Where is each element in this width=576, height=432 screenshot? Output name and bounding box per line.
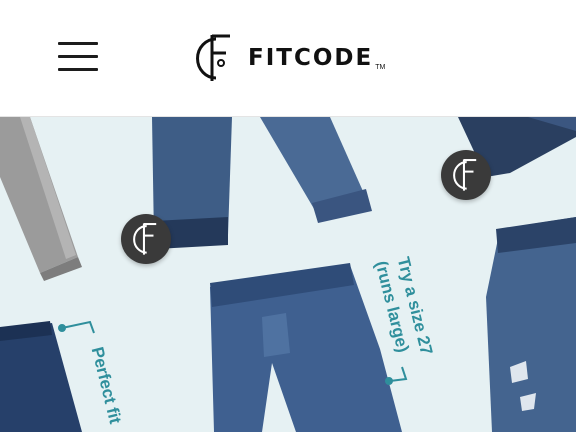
fitcode-logo-icon bbox=[196, 34, 230, 81]
badge-logo-icon bbox=[133, 223, 157, 255]
hero-banner: Try a size 27 (runs large) Perfect fit bbox=[0, 117, 576, 432]
badge-logo-icon bbox=[453, 159, 477, 191]
cropped-jeans-image bbox=[152, 117, 372, 249]
app-header: FITCODE TM bbox=[0, 0, 576, 117]
bottom-left-jeans-image bbox=[0, 321, 82, 432]
center-jeans-image bbox=[210, 263, 402, 432]
logo-wordmark: FITCODE bbox=[248, 45, 374, 71]
trademark-symbol: TM bbox=[375, 64, 386, 71]
fitcode-logo[interactable]: FITCODE TM bbox=[196, 32, 385, 84]
fitcode-badge-icon[interactable] bbox=[121, 214, 171, 264]
hamburger-menu-icon[interactable] bbox=[58, 42, 98, 72]
ripped-jeans-image bbox=[486, 217, 576, 432]
gray-jeans-image bbox=[0, 117, 82, 281]
fitcode-badge-icon[interactable] bbox=[441, 150, 491, 200]
jeans-illustration bbox=[0, 117, 576, 432]
